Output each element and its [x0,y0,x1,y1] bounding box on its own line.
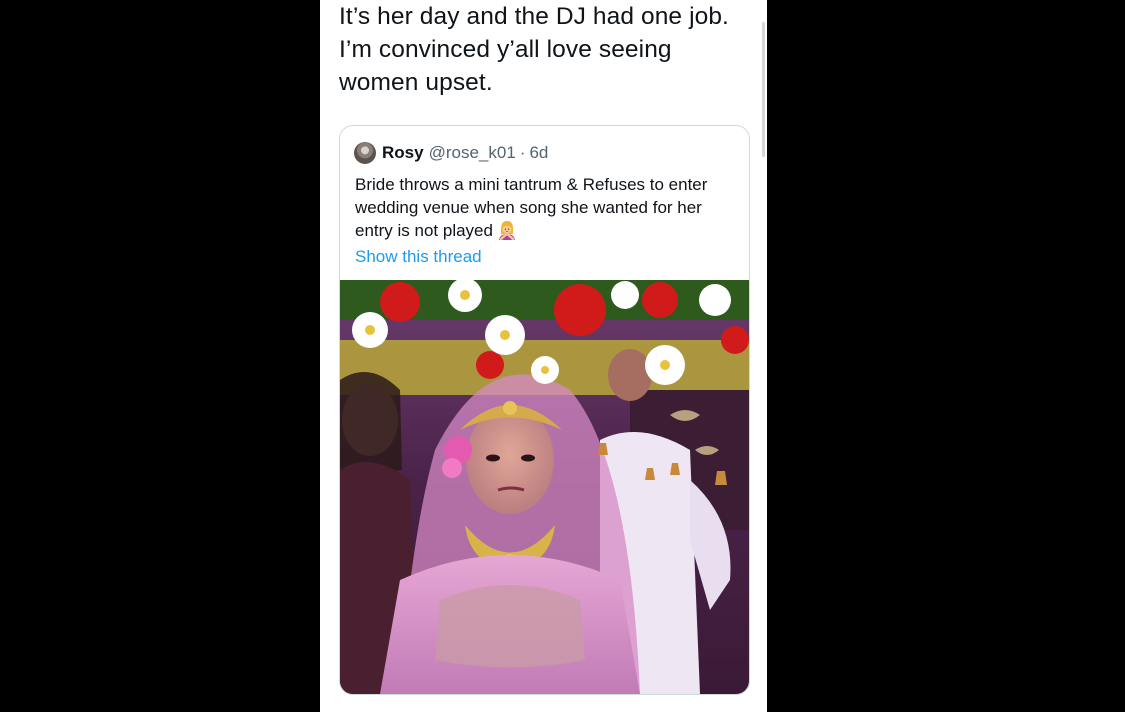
quoted-text-line: Bride throws a mini tantrum & Refuses to… [355,175,708,194]
quoted-tweet-text: Bride throws a mini tantrum & Refuses to… [355,173,740,242]
video-frame: It’s her day and the DJ had one job. I’m… [0,0,1125,712]
scrollbar[interactable] [762,22,765,157]
tweet-text-line: It’s her day and the DJ had one job. [339,3,729,30]
media-video-thumbnail[interactable] [340,280,749,694]
woman-gesturing-no-emoji-icon [497,220,517,241]
quoted-display-name[interactable]: Rosy [382,143,424,163]
tweet-panel: It’s her day and the DJ had one job. I’m… [320,0,767,712]
quoted-tweet-card[interactable]: Rosy @rose_k01 · 6d Bride throws a mini … [339,125,750,695]
tweet-text: It’s her day and the DJ had one job. I’m… [339,0,749,99]
show-thread-link[interactable]: Show this thread [355,247,482,267]
tweet-text-line: women upset. [339,69,493,96]
quoted-timestamp[interactable]: 6d [529,143,548,163]
quoted-text-line: entry is not played [355,219,740,242]
separator-dot: · [519,143,526,162]
quoted-handle: @rose_k01 [428,143,516,162]
avatar[interactable] [354,142,376,164]
quoted-text-line: wedding venue when song she wanted for h… [355,198,702,217]
quoted-tweet-header: Rosy @rose_k01 · 6d [354,141,548,165]
tweet-text-line: I’m convinced y’all love seeing [339,36,672,63]
quoted-text-fragment: entry is not played [355,221,493,240]
